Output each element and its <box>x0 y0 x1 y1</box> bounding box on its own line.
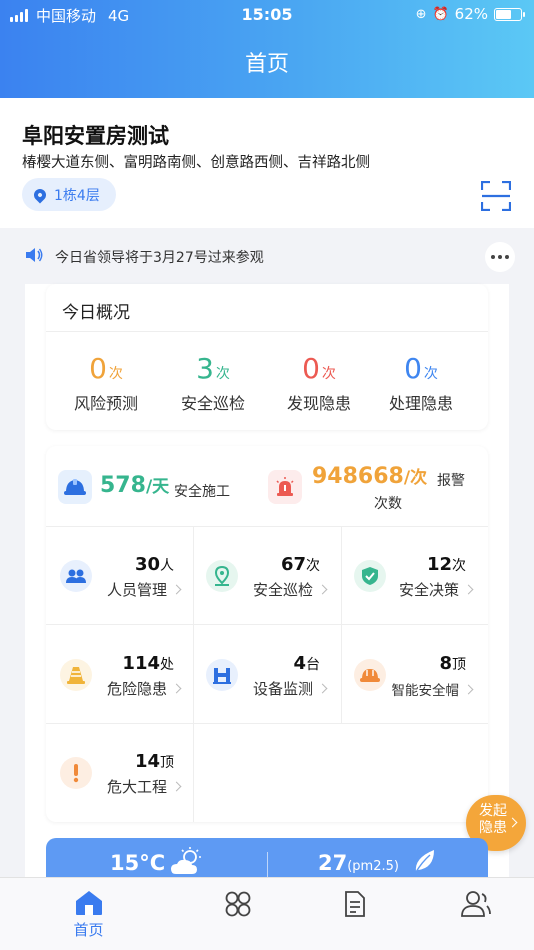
alarm-number: 948668 <box>312 464 404 489</box>
tab-profile[interactable] <box>408 878 534 950</box>
module-value: 67次 <box>280 554 320 575</box>
module-link-hazard[interactable]: 危险隐患 <box>100 678 182 699</box>
more-button[interactable] <box>485 242 515 272</box>
battery-percent: 62% <box>454 5 488 23</box>
chevron-right-icon <box>171 683 182 694</box>
shield-check-icon <box>354 560 386 592</box>
overview-label: 发现隐患 <box>286 394 351 413</box>
project-address: 椿樱大道东侧、富明路南侧、创意路西侧、吉祥路北侧 <box>22 155 370 171</box>
module-link-decision[interactable]: 安全决策 <box>392 579 474 600</box>
construction-label: 安全施工 <box>174 484 230 500</box>
alarm-value: 948668/次 <box>312 463 427 489</box>
rotation-lock-icon: ⊕ <box>415 6 427 22</box>
overview-item-handled[interactable]: 0次 处理隐患 <box>366 354 476 414</box>
scan-icon[interactable] <box>481 181 511 211</box>
overview-item-found[interactable]: 0次 发现隐患 <box>264 354 374 414</box>
leaf-icon <box>415 850 434 873</box>
overview-unit: 次 <box>423 366 438 382</box>
chevron-right-icon <box>317 683 328 694</box>
tab-documents[interactable] <box>290 878 423 950</box>
overview-unit: 次 <box>215 366 230 382</box>
module-value: 12次 <box>426 554 466 575</box>
location-label: 1栋4层 <box>54 187 100 204</box>
notice-bar[interactable]: 今日省领导将于3月27号过来参观 <box>0 228 534 284</box>
tab-home[interactable]: 首页 <box>22 878 155 950</box>
alarm-label-1: 报警 <box>437 473 465 489</box>
chevron-right-icon <box>463 584 474 595</box>
chevron-right-icon <box>171 584 182 595</box>
overview-item-risk[interactable]: 0次 风险预测 <box>51 354 161 414</box>
fab-line-1: 发起 <box>479 803 507 819</box>
module-link-major-project[interactable]: 危大工程 <box>100 776 182 797</box>
module-value: 8顶 <box>439 653 466 674</box>
project-info: 阜阳安置房测试 椿樱大道东侧、富明路南侧、创意路西侧、吉祥路北侧 1栋4层 <box>0 98 534 228</box>
pm25-unit: (pm2.5) <box>347 859 399 874</box>
module-value: 30人 <box>134 554 174 575</box>
construction-value: 578/天 <box>100 472 169 498</box>
equipment-icon <box>206 659 238 691</box>
chevron-right-icon <box>463 684 474 695</box>
alarm-unit: /次 <box>403 468 428 488</box>
overview-label: 风险预测 <box>73 394 138 413</box>
module-link-equipment[interactable]: 设备监测 <box>246 678 328 699</box>
pm25-number: 27 <box>318 851 348 875</box>
user-icon <box>461 891 491 917</box>
project-name: 阜阳安置房测试 <box>22 124 169 148</box>
construction-number: 578 <box>100 473 146 498</box>
exclamation-icon <box>60 757 92 789</box>
status-bar: 中国移动 4G 15:05 ⊕ ⏰ 62% <box>0 0 534 30</box>
location-pin-icon <box>31 186 49 203</box>
module-value: 14顶 <box>134 751 174 772</box>
apps-grid-icon <box>225 891 251 917</box>
page-title: 首页 <box>244 52 289 77</box>
overview-label: 处理隐患 <box>388 394 453 413</box>
module-link-personnel[interactable]: 人员管理 <box>100 579 182 600</box>
module-link-inspection[interactable]: 安全巡检 <box>246 579 328 600</box>
cloud-sun-icon <box>171 847 201 874</box>
alarm-siren-icon <box>268 470 302 504</box>
overview-title: 今日概况 <box>62 303 130 323</box>
stats-card: 578/天 安全施工 948668/次 报警 次数 30人 人员管理 67次 安… <box>46 446 488 822</box>
tab-apps[interactable] <box>171 878 304 950</box>
traffic-cone-icon <box>60 659 92 691</box>
chevron-right-icon <box>317 584 328 595</box>
weather-panel: 15°C 27(pm2.5) <box>46 838 488 882</box>
chevron-right-icon <box>171 781 182 792</box>
hard-hat-icon <box>354 659 386 691</box>
tab-bar: 首页 <box>0 877 534 950</box>
module-value: 114处 <box>122 653 174 674</box>
overview-value: 0 <box>89 352 107 385</box>
overview-label: 安全巡检 <box>180 394 245 413</box>
overview-value: 0 <box>302 352 320 385</box>
speaker-icon <box>26 248 43 262</box>
overview-unit: 次 <box>108 366 123 382</box>
app-header: 中国移动 4G 15:05 ⊕ ⏰ 62% 首页 <box>0 0 534 98</box>
overview-unit: 次 <box>321 366 336 382</box>
construction-unit: /天 <box>145 477 170 497</box>
fab-line-2: 隐患 <box>479 820 507 836</box>
battery-icon <box>494 7 525 21</box>
temperature: 15°C <box>110 851 166 875</box>
pm25-value: 27(pm2.5) <box>318 851 399 875</box>
location-pin-icon <box>206 560 238 592</box>
tab-home-label: 首页 <box>73 921 104 939</box>
overview-value: 3 <box>196 352 214 385</box>
module-value: 4台 <box>293 653 320 674</box>
alarm-label-2: 次数 <box>374 496 402 512</box>
module-link-smart-helmet[interactable]: 智能安全帽 <box>386 679 474 699</box>
overview-value: 0 <box>404 352 422 385</box>
today-overview-card: 今日概况 0次 风险预测 3次 安全巡检 0次 发现隐患 0次 处理隐患 <box>46 284 488 430</box>
location-chip[interactable]: 1栋4层 <box>22 178 116 211</box>
helmet-icon <box>58 470 92 504</box>
notice-text: 今日省领导将于3月27号过来参观 <box>55 250 264 266</box>
alarm-clock-icon: ⏰ <box>432 6 449 22</box>
home-icon <box>76 891 102 915</box>
people-icon <box>60 560 92 592</box>
overview-item-inspection[interactable]: 3次 安全巡检 <box>158 354 268 414</box>
document-icon <box>345 891 365 917</box>
